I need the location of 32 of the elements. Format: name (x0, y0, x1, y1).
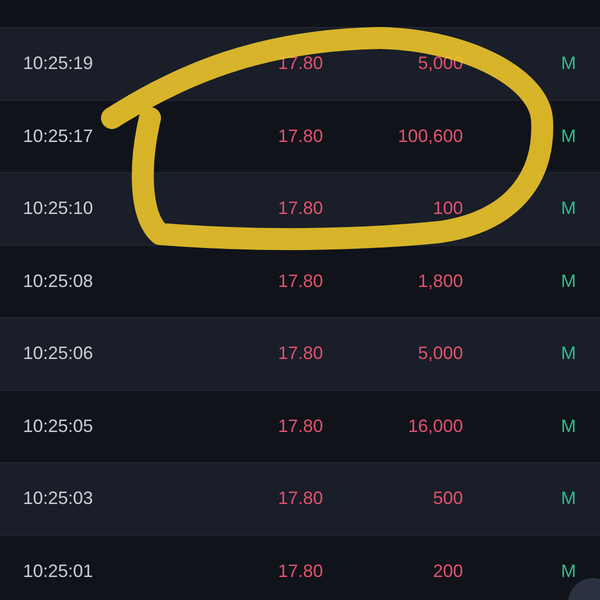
trade-type: M (561, 343, 576, 364)
trade-price: 17.80 (278, 53, 323, 74)
trade-time: 10:25:10 (23, 198, 94, 220)
trade-time: 10:25:03 (23, 488, 94, 510)
trade-time: 10:25:01 (23, 560, 94, 582)
trade-time: 10:25:19 (23, 53, 94, 74)
trade-quantity: 5,000 (418, 53, 463, 74)
trade-price: 17.80 (278, 198, 323, 220)
trade-time: 10:25:06 (23, 343, 94, 364)
trade-time: 10:25:17 (23, 126, 94, 147)
trade-time: 10:25:05 (23, 416, 94, 437)
trade-price: 17.80 (278, 560, 323, 582)
trade-quantity: 200 (432, 560, 463, 582)
trade-price: 17.80 (278, 416, 323, 437)
trade-type: M (561, 488, 576, 510)
trade-quantity: 16,000 (408, 416, 463, 437)
trade-time: 10:25:08 (23, 270, 94, 292)
trade-type: M (561, 416, 576, 437)
trade-type: M (561, 270, 576, 292)
trade-type: M (561, 53, 576, 74)
trade-price: 17.80 (278, 270, 323, 292)
trade-quantity: 5,000 (418, 343, 463, 364)
trade-quantity: 100,600 (398, 126, 463, 147)
trade-price: 17.80 (278, 488, 323, 510)
trade-quantity: 100 (432, 198, 463, 220)
trade-price: 17.80 (278, 343, 323, 364)
trade-quantity: 500 (432, 488, 463, 510)
trade-type: M (561, 198, 576, 220)
trade-quantity: 1,800 (418, 270, 463, 292)
trade-price: 17.80 (278, 126, 323, 147)
trade-type: M (561, 126, 576, 147)
trade-type: M (561, 560, 576, 582)
